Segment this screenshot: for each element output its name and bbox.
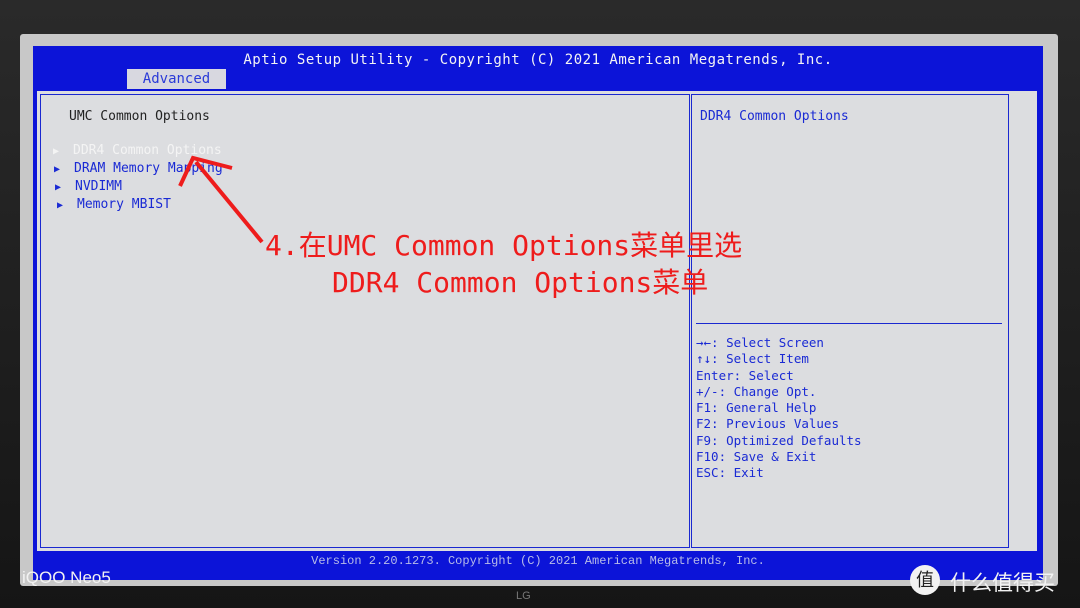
annotation-line-1: 4.在UMC Common Options菜单里选 xyxy=(265,229,743,262)
site-watermark: 什么值得买 xyxy=(950,572,1055,595)
annotation-line-2: DDR4 Common Options菜单 xyxy=(332,266,709,299)
annotation-arrow-icon xyxy=(178,155,264,244)
camera-watermark: iQOO Neo5 xyxy=(22,568,111,587)
monitor-brand-logo: LG xyxy=(516,590,531,602)
site-logo-icon: 值 xyxy=(910,565,940,595)
